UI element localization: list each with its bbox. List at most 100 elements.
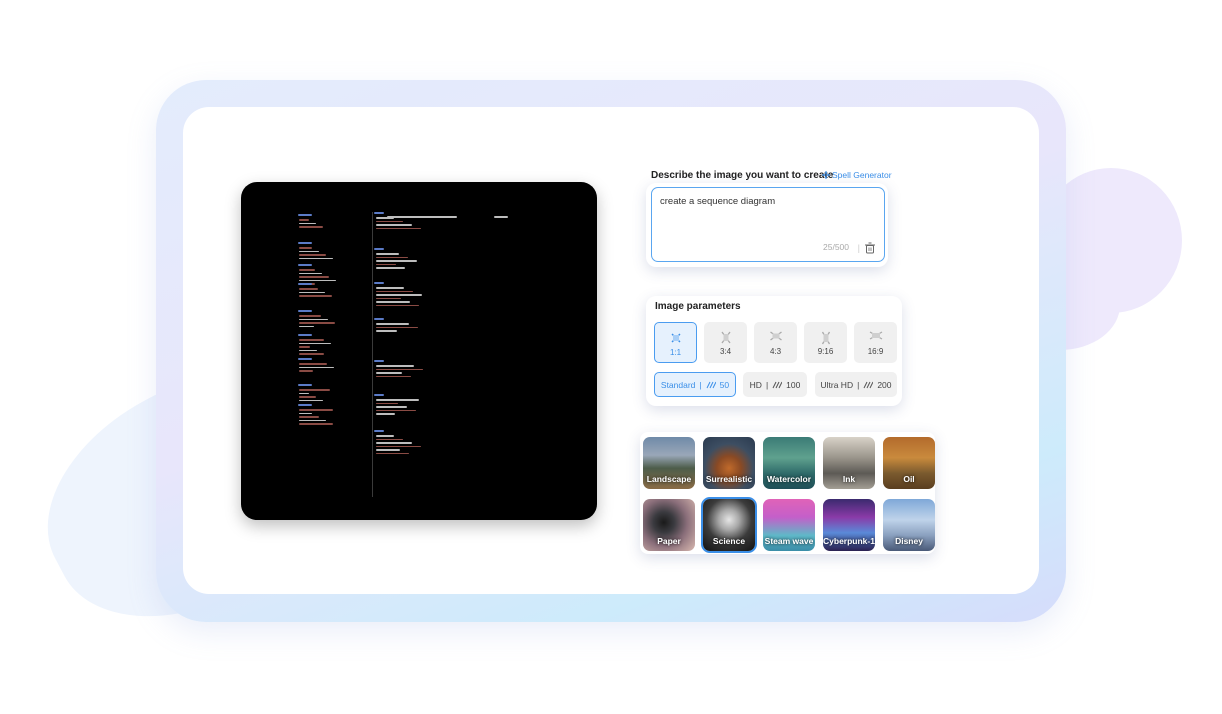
diagram-text-line xyxy=(299,346,310,348)
diagram-text-line xyxy=(376,294,422,296)
diagram-text-line xyxy=(298,214,312,216)
diagram-text-line xyxy=(299,349,317,351)
diagram-text-line xyxy=(376,297,401,299)
image-parameters-card: Image parameters 1:1 3:4 4:3 9:16 16:9 S… xyxy=(646,296,902,406)
diagram-text-line xyxy=(299,399,323,401)
diagram-text-line xyxy=(299,222,316,224)
diagram-text-line xyxy=(299,392,309,394)
diagram-text-line xyxy=(299,366,334,368)
diagram-text-line xyxy=(376,290,413,292)
diagram-text-line xyxy=(298,242,312,244)
style-disney[interactable]: Disney xyxy=(883,499,935,551)
diagram-text-line xyxy=(298,404,312,406)
ratio-4-3-button[interactable]: 4:3 xyxy=(754,322,797,363)
diagram-text-line xyxy=(299,219,309,221)
diagram-text-line xyxy=(299,396,316,398)
character-counter: 25/500 xyxy=(823,242,849,252)
style-landscape[interactable]: Landscape xyxy=(643,437,695,489)
diagram-text-line xyxy=(376,227,421,229)
style-oil[interactable]: Oil xyxy=(883,437,935,489)
diagram-text-line xyxy=(374,430,384,432)
generated-image-preview[interactable] xyxy=(241,182,597,520)
diagram-text-line xyxy=(494,216,508,218)
quality-cost: 200 xyxy=(877,379,892,390)
style-watercolor[interactable]: Watercolor xyxy=(763,437,815,489)
ratio-1-1-button[interactable]: 1:1 xyxy=(654,322,697,363)
diagram-text-line xyxy=(387,216,457,218)
diagram-text-line xyxy=(299,342,331,344)
diagram-text-line xyxy=(299,423,333,425)
style-surrealistic[interactable]: Surrealistic xyxy=(703,437,755,489)
diagram-text-line xyxy=(299,419,326,421)
diagram-text-line xyxy=(376,445,421,447)
diagram-text-line xyxy=(299,322,335,324)
ratio-16-9-button[interactable]: 16:9 xyxy=(854,322,897,363)
credits-icon xyxy=(706,381,716,388)
ratio-3-4-icon xyxy=(720,331,731,344)
style-label: Science xyxy=(712,536,746,546)
diagram-text-line xyxy=(299,339,324,341)
style-label: Cyberpunk-1 xyxy=(823,536,875,546)
diagram-text-line xyxy=(298,384,312,386)
diagram-text-line xyxy=(376,413,395,415)
prompt-title: Describe the image you want to create xyxy=(651,170,834,181)
diagram-text-line xyxy=(299,288,318,290)
diagram-text-line xyxy=(299,272,322,274)
diagram-text-line xyxy=(376,220,403,222)
diagram-text-line xyxy=(376,224,412,226)
diagram-text-line xyxy=(376,365,414,367)
ratio-9-16-icon xyxy=(821,331,830,345)
diagram-text-line xyxy=(299,291,325,293)
diagram-text-line xyxy=(299,250,319,252)
diagram-text-line xyxy=(376,304,419,306)
diagram-text-line xyxy=(299,247,312,249)
diagram-text-line xyxy=(376,301,410,303)
diagram-text-line xyxy=(376,372,402,374)
ratio-label: 9:16 xyxy=(817,347,834,356)
diagram-text-line xyxy=(299,315,321,317)
diagram-text-line xyxy=(299,409,333,411)
diagram-text-line xyxy=(374,394,384,396)
diagram-text-line xyxy=(376,253,399,255)
style-steam-wave[interactable]: Steam wave xyxy=(763,499,815,551)
diagram-text-line xyxy=(299,412,312,414)
diagram-text-line xyxy=(376,442,412,444)
diagram-text-line xyxy=(299,276,329,278)
quality-ultra-hd-button[interactable]: Ultra HD | 200 xyxy=(815,372,897,397)
ratio-4-3-icon xyxy=(769,331,782,341)
ratio-label: 4:3 xyxy=(769,347,782,356)
diagram-text-line xyxy=(299,389,330,391)
diagram-text-line xyxy=(299,353,324,355)
ratio-9-16-button[interactable]: 9:16 xyxy=(804,322,847,363)
diagram-text-line xyxy=(374,248,384,250)
diagram-text-line xyxy=(376,287,404,289)
quality-hd-button[interactable]: HD | 100 xyxy=(743,372,807,397)
diagram-text-line xyxy=(374,282,384,284)
quality-standard-button[interactable]: Standard | 50 xyxy=(654,372,736,397)
style-science[interactable]: Science xyxy=(701,497,757,553)
diagram-text-line xyxy=(299,226,323,228)
style-label: Surrealistic xyxy=(705,474,753,484)
quality-name: Ultra HD xyxy=(820,379,854,390)
diagram-text-line xyxy=(299,325,314,327)
diagram-text-line xyxy=(376,260,417,262)
diagram-text-line xyxy=(299,363,327,365)
ratio-16-9-icon xyxy=(869,331,882,340)
diagram-text-line xyxy=(376,435,394,437)
prompt-textarea[interactable]: create a sequence diagram 25/500 | xyxy=(651,187,885,262)
diagram-text-line xyxy=(298,358,312,360)
spell-generator-label: Spell Generator xyxy=(832,170,892,180)
diagram-text-line xyxy=(376,368,423,370)
quality-separator: | xyxy=(765,379,769,390)
style-paper[interactable]: Paper xyxy=(643,499,695,551)
style-presets-card: Landscape Surrealistic Watercolor Ink Oi… xyxy=(640,432,935,554)
style-cyberpunk-1[interactable]: Cyberpunk-1 xyxy=(823,499,875,551)
diagram-text-line xyxy=(299,254,326,256)
ratio-label: 3:4 xyxy=(719,347,732,356)
diagram-text-line xyxy=(376,330,397,332)
style-ink[interactable]: Ink xyxy=(823,437,875,489)
spell-generator-link[interactable]: Spell Generator xyxy=(822,170,892,180)
diagram-text-line xyxy=(374,318,384,320)
trash-icon[interactable] xyxy=(864,242,876,254)
ratio-3-4-button[interactable]: 3:4 xyxy=(704,322,747,363)
